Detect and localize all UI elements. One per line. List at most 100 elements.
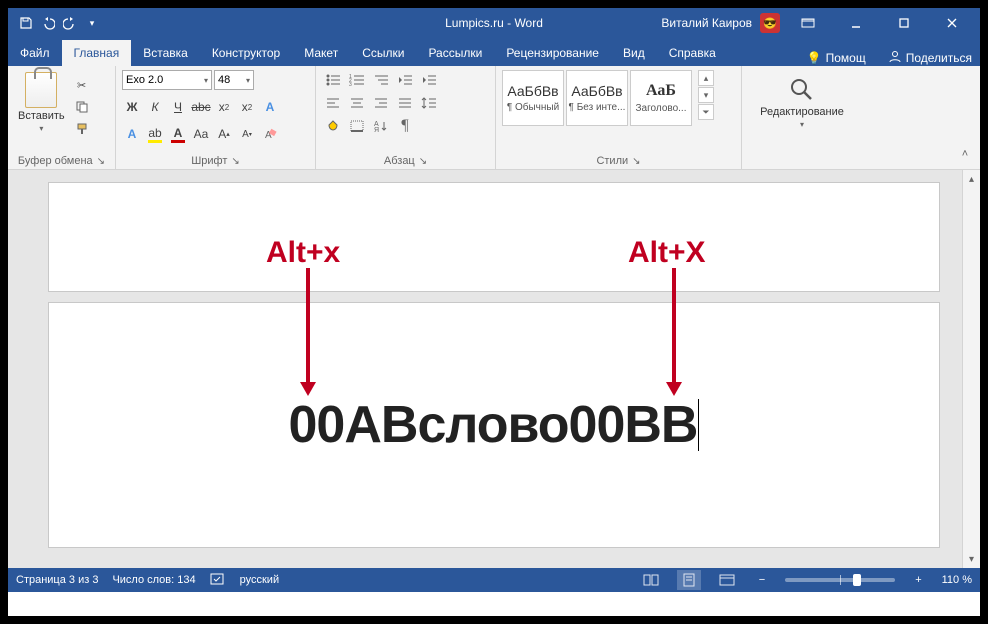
share-person-icon bbox=[888, 49, 902, 66]
tab-review[interactable]: Рецензирование bbox=[494, 40, 611, 66]
font-color-a-button[interactable]: A bbox=[122, 124, 142, 144]
borders-button[interactable] bbox=[346, 116, 368, 136]
copy-icon[interactable] bbox=[73, 98, 91, 116]
text-effects-button[interactable]: A bbox=[260, 97, 280, 117]
group-font: Exo 2.0▾ 48▾ Ж К Ч abc x2 x2 A A ab A Aa bbox=[116, 66, 316, 169]
chevron-down-icon: ▾ bbox=[800, 120, 804, 129]
tell-me-input[interactable]: Помощ bbox=[826, 51, 866, 65]
page-previous[interactable] bbox=[48, 182, 940, 292]
editing-label: Редактирование bbox=[760, 106, 844, 118]
save-icon[interactable] bbox=[18, 15, 34, 31]
tab-design[interactable]: Конструктор bbox=[200, 40, 292, 66]
title-bar: ▾ Lumpics.ru - Word Виталий Каиров 😎 bbox=[8, 8, 980, 38]
paste-button[interactable]: Вставить ▾ bbox=[14, 70, 69, 135]
zoom-in-button[interactable]: + bbox=[909, 574, 927, 586]
font-size-combo[interactable]: 48▾ bbox=[214, 70, 254, 90]
zoom-level[interactable]: 110 % bbox=[942, 574, 972, 586]
dialog-launcher-icon[interactable]: ↘ bbox=[632, 156, 640, 167]
styles-up-icon[interactable]: ▴ bbox=[698, 70, 714, 86]
web-layout-icon[interactable] bbox=[715, 570, 739, 590]
style-no-spacing[interactable]: АаБбВв¶ Без инте... bbox=[566, 70, 628, 126]
format-painter-icon[interactable] bbox=[73, 120, 91, 138]
close-icon[interactable] bbox=[932, 8, 972, 38]
read-mode-icon[interactable] bbox=[639, 570, 663, 590]
decrease-indent-button[interactable] bbox=[394, 70, 416, 90]
tab-insert[interactable]: Вставка bbox=[131, 40, 200, 66]
language-indicator[interactable]: русский bbox=[240, 574, 279, 586]
underline-button[interactable]: Ч bbox=[168, 97, 188, 117]
proofing-icon[interactable] bbox=[210, 572, 226, 589]
editing-button[interactable]: Редактирование ▾ bbox=[752, 70, 852, 135]
redo-icon[interactable] bbox=[62, 15, 78, 31]
group-styles-label: Стили bbox=[596, 155, 628, 167]
bullets-button[interactable] bbox=[322, 70, 344, 90]
dialog-launcher-icon[interactable]: ↘ bbox=[419, 156, 427, 167]
line-spacing-button[interactable] bbox=[418, 93, 440, 113]
show-marks-button[interactable]: ¶ bbox=[394, 116, 416, 136]
svg-text:3: 3 bbox=[349, 82, 352, 87]
multilevel-list-button[interactable] bbox=[370, 70, 392, 90]
italic-button[interactable]: К bbox=[145, 97, 165, 117]
cut-icon[interactable]: ✂ bbox=[73, 76, 91, 94]
collapse-ribbon-icon[interactable]: ˄ bbox=[956, 145, 974, 163]
group-paragraph: 123 AЯ ¶ Абз bbox=[316, 66, 496, 169]
page-current[interactable]: 00ABслово00BB bbox=[48, 302, 940, 548]
user-name-label[interactable]: Виталий Каиров bbox=[661, 16, 752, 30]
increase-indent-button[interactable] bbox=[418, 70, 440, 90]
styles-down-icon[interactable]: ▾ bbox=[698, 87, 714, 103]
status-bar: Страница 3 из 3 Число слов: 134 русский … bbox=[8, 568, 980, 592]
scroll-up-icon[interactable]: ▴ bbox=[963, 170, 980, 188]
superscript-button[interactable]: x2 bbox=[237, 97, 257, 117]
change-case-button[interactable]: Aa bbox=[191, 124, 211, 144]
tab-help[interactable]: Справка bbox=[657, 40, 728, 66]
align-center-button[interactable] bbox=[346, 93, 368, 113]
dialog-launcher-icon[interactable]: ↘ bbox=[231, 156, 239, 167]
tab-references[interactable]: Ссылки bbox=[350, 40, 416, 66]
font-name-combo[interactable]: Exo 2.0▾ bbox=[122, 70, 212, 90]
tab-file[interactable]: Файл bbox=[8, 40, 62, 66]
tab-mailings[interactable]: Рассылки bbox=[416, 40, 494, 66]
numbering-button[interactable]: 123 bbox=[346, 70, 368, 90]
app-window: ▾ Lumpics.ru - Word Виталий Каиров 😎 Фай… bbox=[6, 6, 982, 618]
maximize-icon[interactable] bbox=[884, 8, 924, 38]
group-font-label: Шрифт bbox=[191, 155, 227, 167]
highlight-button[interactable]: ab bbox=[145, 124, 165, 144]
user-avatar-icon[interactable]: 😎 bbox=[760, 13, 780, 33]
vertical-scrollbar[interactable]: ▴ ▾ bbox=[962, 170, 980, 568]
share-button[interactable]: Поделиться bbox=[906, 51, 972, 65]
font-color-button[interactable]: A bbox=[168, 124, 188, 144]
undo-icon[interactable] bbox=[40, 15, 56, 31]
bold-button[interactable]: Ж bbox=[122, 97, 142, 117]
tab-layout[interactable]: Макет bbox=[292, 40, 350, 66]
clear-formatting-button[interactable]: A bbox=[260, 124, 280, 144]
styles-gallery[interactable]: АаБбВв¶ Обычный АаБбВв¶ Без инте... АаБЗ… bbox=[502, 70, 692, 126]
word-count[interactable]: Число слов: 134 bbox=[112, 574, 195, 586]
styles-more-icon[interactable]: ⏷ bbox=[698, 104, 714, 120]
subscript-button[interactable]: x2 bbox=[214, 97, 234, 117]
tab-home[interactable]: Главная bbox=[62, 40, 132, 66]
justify-button[interactable] bbox=[394, 93, 416, 113]
page-indicator[interactable]: Страница 3 из 3 bbox=[16, 574, 98, 586]
dialog-launcher-icon[interactable]: ↘ bbox=[97, 156, 105, 167]
shading-button[interactable] bbox=[322, 116, 344, 136]
shrink-font-button[interactable]: A▾ bbox=[237, 124, 257, 144]
strikethrough-button[interactable]: abc bbox=[191, 97, 211, 117]
paste-label: Вставить bbox=[18, 110, 65, 122]
document-text: 00ABслово00BB bbox=[289, 395, 698, 455]
tab-view[interactable]: Вид bbox=[611, 40, 657, 66]
ribbon-display-icon[interactable] bbox=[788, 8, 828, 38]
qat-customize-icon[interactable]: ▾ bbox=[84, 15, 100, 31]
grow-font-button[interactable]: A▴ bbox=[214, 124, 234, 144]
align-left-button[interactable] bbox=[322, 93, 344, 113]
style-normal[interactable]: АаБбВв¶ Обычный bbox=[502, 70, 564, 126]
zoom-slider[interactable] bbox=[785, 578, 895, 582]
print-layout-icon[interactable] bbox=[677, 570, 701, 590]
scroll-down-icon[interactable]: ▾ bbox=[963, 550, 980, 568]
zoom-out-button[interactable]: − bbox=[753, 574, 771, 586]
group-clipboard-label: Буфер обмена bbox=[18, 155, 93, 167]
align-right-button[interactable] bbox=[370, 93, 392, 113]
sort-button[interactable]: AЯ bbox=[370, 116, 392, 136]
minimize-icon[interactable] bbox=[836, 8, 876, 38]
style-heading[interactable]: АаБЗаголово... bbox=[630, 70, 692, 126]
font-name-value: Exo 2.0 bbox=[126, 74, 163, 86]
